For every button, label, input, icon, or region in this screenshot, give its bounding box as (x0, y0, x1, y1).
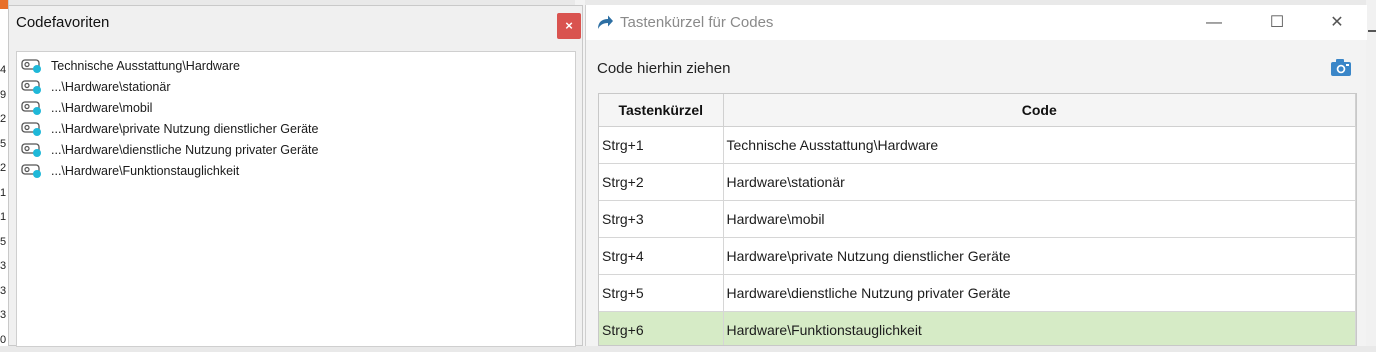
close-icon: ✕ (1330, 14, 1343, 31)
shortcut-cell[interactable]: Strg+2 (599, 164, 723, 201)
minimize-icon: — (1206, 14, 1222, 31)
bg-digit: 3 (0, 254, 8, 279)
code-icon (21, 164, 43, 179)
shortcut-cell[interactable]: Strg+6 (599, 312, 723, 347)
table-row[interactable]: Strg+5 Hardware\dienstliche Nutzung priv… (599, 275, 1356, 312)
camera-icon[interactable] (1330, 57, 1352, 77)
shortcut-cell[interactable]: Strg+3 (599, 201, 723, 238)
bg-digit: 2 (0, 156, 8, 181)
maximize-icon: ☐ (1270, 14, 1284, 31)
bg-digit: 5 (0, 230, 8, 255)
list-item-label: ...\Hardware\dienstliche Nutzung private… (51, 140, 319, 161)
background-app-bar (0, 0, 8, 9)
shortcuts-window: Tastenkürzel für Codes — ☐ ✕ Code hierhi… (585, 5, 1366, 346)
code-icon (21, 59, 43, 74)
table-row[interactable]: Strg+2 Hardware\stationär (599, 164, 1356, 201)
close-button[interactable]: × (557, 13, 581, 39)
code-cell[interactable]: Technische Ausstattung\Hardware (723, 127, 1356, 164)
favorites-window: Codefavoriten × Technische Ausstattung\H… (8, 5, 583, 346)
bg-digit: 3 (0, 279, 8, 304)
list-item-label: ...\Hardware\mobil (51, 98, 152, 119)
list-item-label: ...\Hardware\stationär (51, 77, 171, 98)
redo-arrow-icon (596, 14, 614, 30)
bg-digit: 2 (0, 107, 8, 132)
window-title: Tastenkürzel für Codes (620, 14, 773, 31)
bg-digit: 5 (0, 132, 8, 157)
code-cell[interactable]: Hardware\stationär (723, 164, 1356, 201)
code-cell[interactable]: Hardware\mobil (723, 201, 1356, 238)
shortcut-cell[interactable]: Strg+1 (599, 127, 723, 164)
close-button[interactable]: ✕ (1314, 5, 1360, 40)
shortcut-cell[interactable]: Strg+5 (599, 275, 723, 312)
maximize-button[interactable]: ☐ (1254, 5, 1300, 40)
code-cell[interactable]: Hardware\private Nutzung dienstlicher Ge… (723, 238, 1356, 275)
code-icon (21, 143, 43, 158)
bg-digit: 1 (0, 181, 8, 206)
background-app-right (1366, 0, 1376, 346)
table-row-selected[interactable]: Strg+6 Hardware\Funktionstauglichkeit (599, 312, 1356, 347)
code-icon (21, 122, 43, 137)
drop-zone-label[interactable]: Code hierhin ziehen (597, 60, 730, 77)
bg-digit: 4 (0, 58, 8, 83)
minimize-button[interactable]: — (1191, 5, 1237, 40)
code-cell[interactable]: Hardware\dienstliche Nutzung privater Ge… (723, 275, 1356, 312)
background-line (1368, 30, 1376, 32)
bg-digit: 3 (0, 303, 8, 328)
code-icon (21, 80, 43, 95)
table-header-row: Tastenkürzel Code (599, 94, 1356, 127)
code-icon (21, 101, 43, 116)
table-row[interactable]: Strg+3 Hardware\mobil (599, 201, 1356, 238)
list-item-label: ...\Hardware\Funktionstauglichkeit (51, 161, 239, 182)
background-digits: 4 9 2 5 2 1 1 5 3 3 3 0 (0, 58, 8, 352)
title-bar: Tastenkürzel für Codes — ☐ ✕ (586, 5, 1367, 40)
favorites-list[interactable]: Technische Ausstattung\Hardware ...\Hard… (16, 51, 576, 347)
bg-digit: 1 (0, 205, 8, 230)
table-row[interactable]: Strg+4 Hardware\private Nutzung dienstli… (599, 238, 1356, 275)
bg-digit: 0 (0, 328, 8, 352)
list-item-label: ...\Hardware\private Nutzung dienstliche… (51, 119, 319, 140)
list-item-label: Technische Ausstattung\Hardware (51, 56, 240, 77)
bg-digit: 9 (0, 83, 8, 108)
column-header-code[interactable]: Code (723, 94, 1356, 127)
favorites-title: Codefavoriten (16, 14, 109, 31)
shortcut-table: Tastenkürzel Code Strg+1 Technische Auss… (598, 93, 1357, 346)
code-cell[interactable]: Hardware\Funktionstauglichkeit (723, 312, 1356, 347)
shortcut-cell[interactable]: Strg+4 (599, 238, 723, 275)
table-row[interactable]: Strg+1 Technische Ausstattung\Hardware (599, 127, 1356, 164)
column-header-shortcut[interactable]: Tastenkürzel (599, 94, 723, 127)
